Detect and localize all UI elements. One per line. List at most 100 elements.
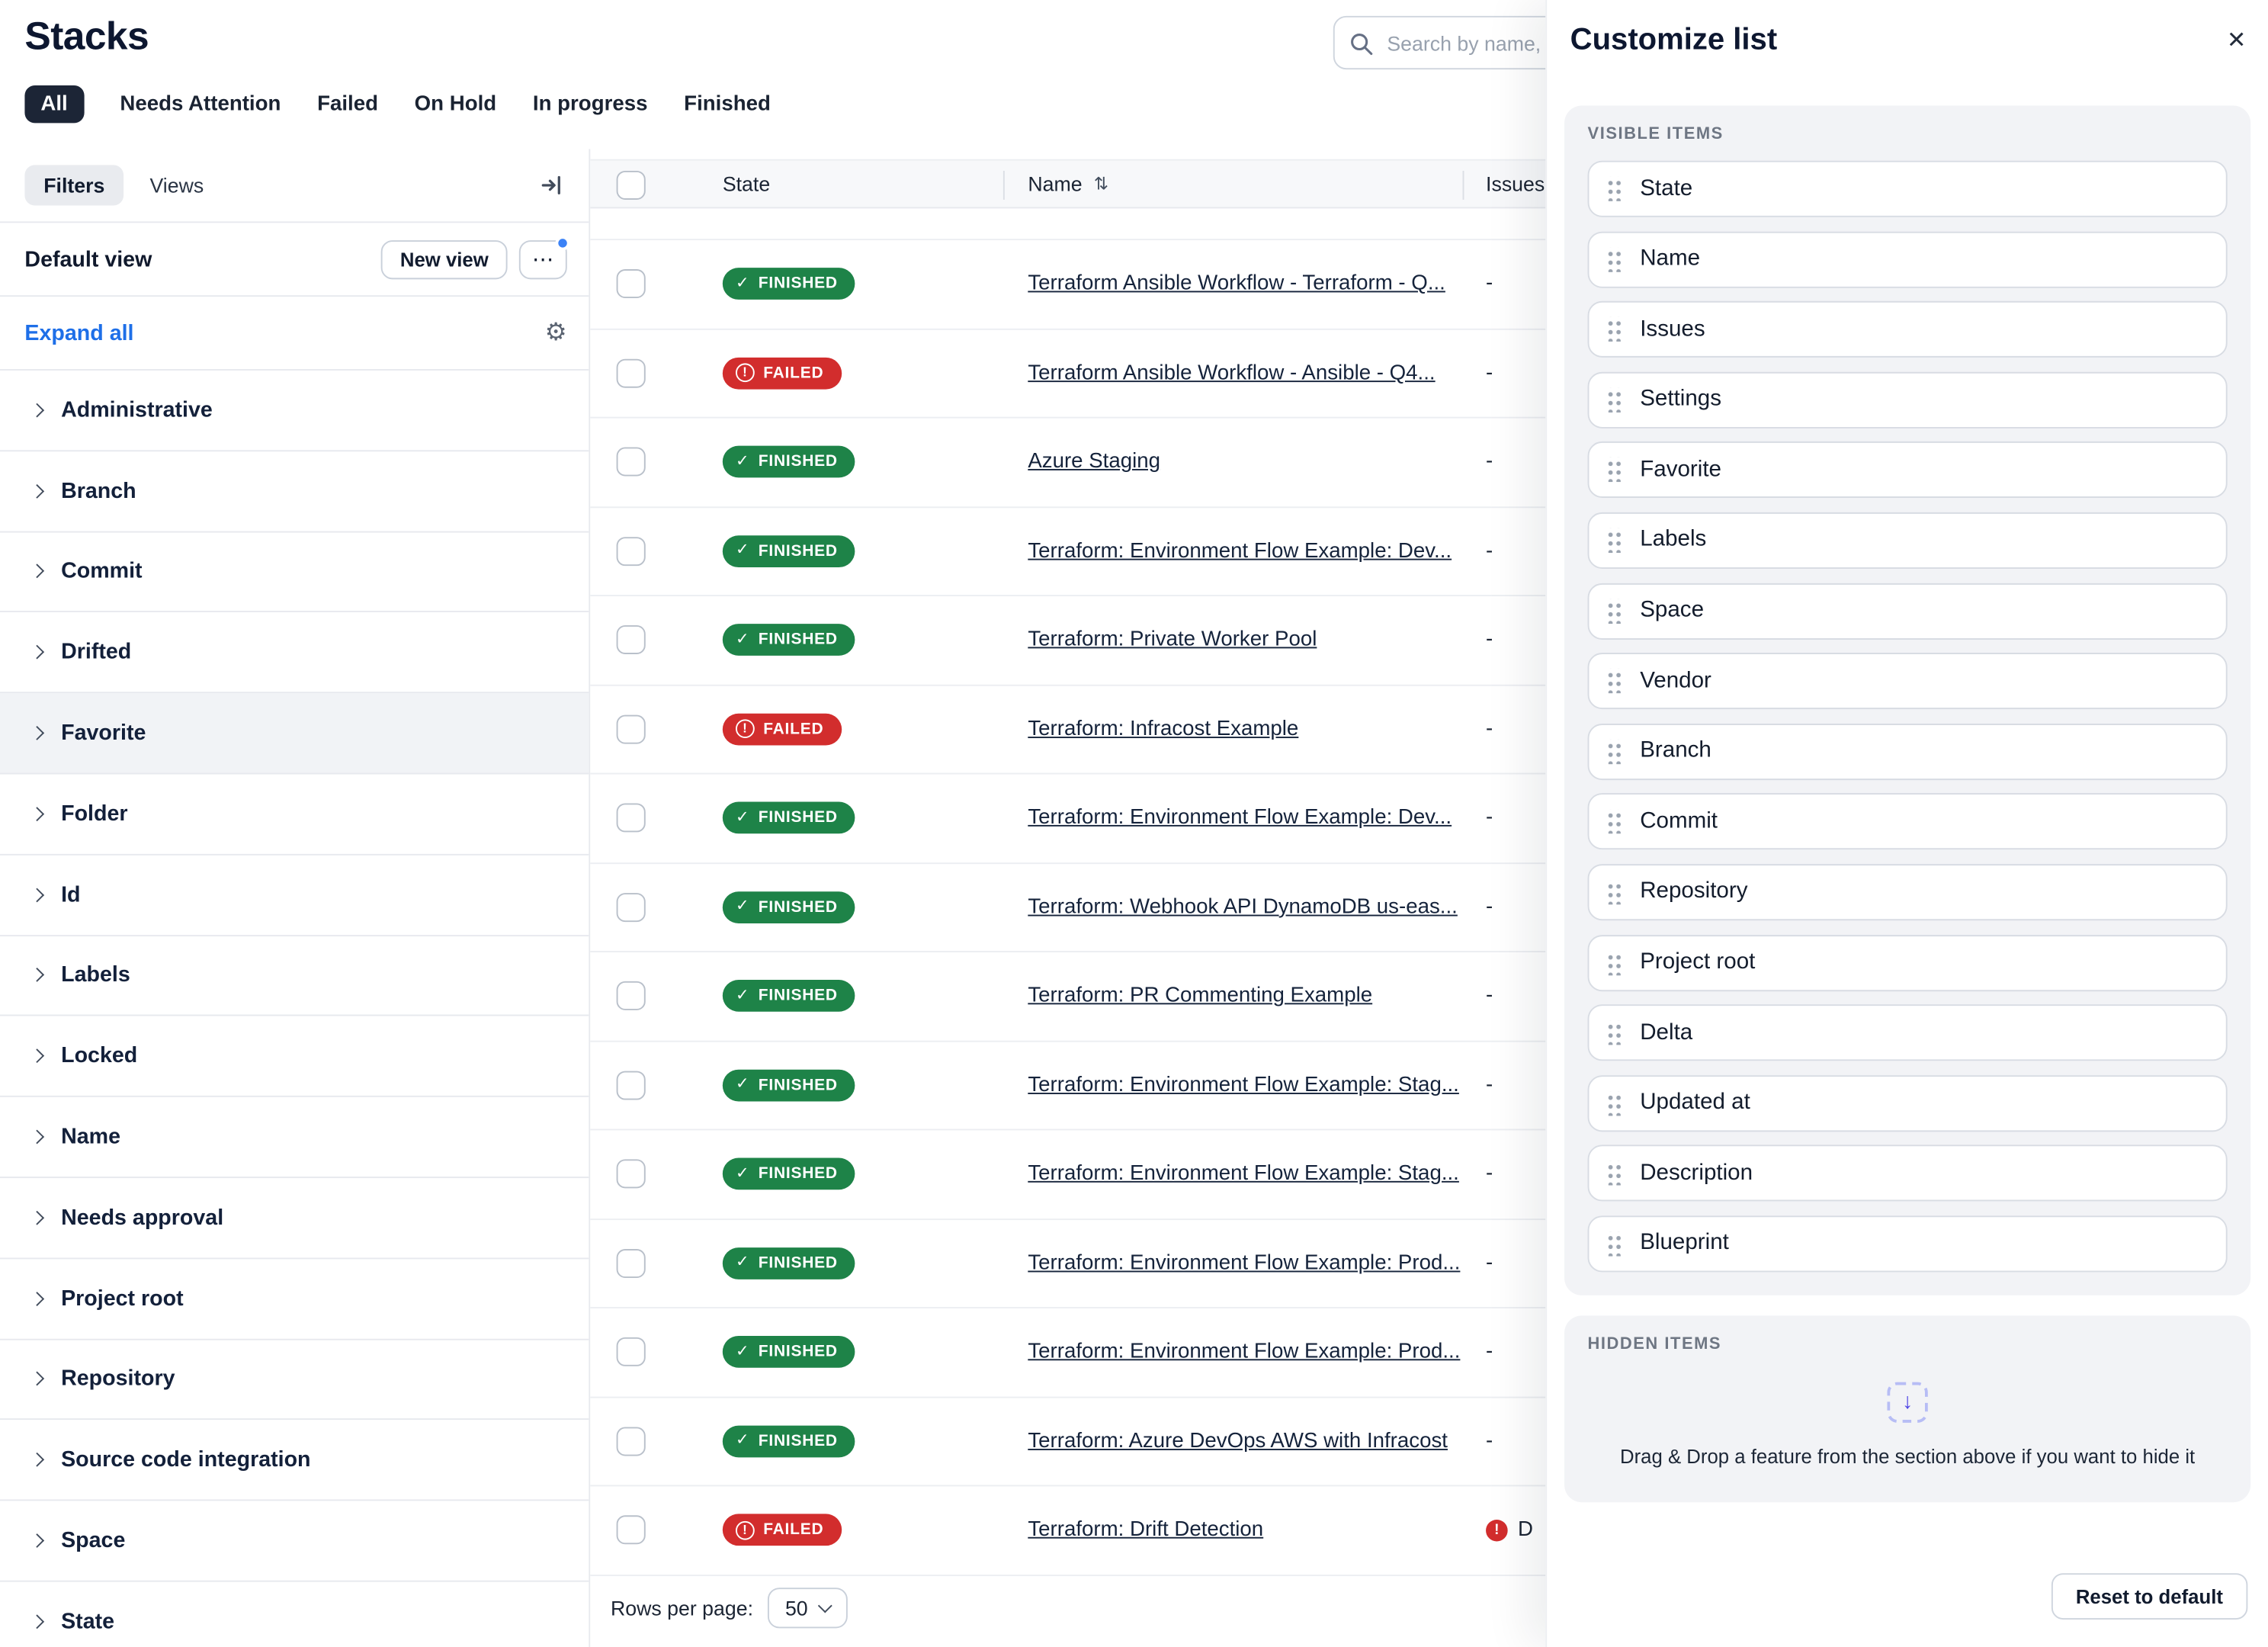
drag-handle-icon[interactable] bbox=[1606, 247, 1622, 271]
filter-group-name[interactable]: Name bbox=[0, 1097, 589, 1178]
filter-group-repository[interactable]: Repository bbox=[0, 1340, 589, 1421]
row-checkbox[interactable] bbox=[617, 1249, 646, 1278]
tab-in-progress[interactable]: In progress bbox=[533, 92, 648, 115]
row-checkbox[interactable] bbox=[617, 804, 646, 833]
filter-group-labels[interactable]: Labels bbox=[0, 936, 589, 1016]
visible-item-name[interactable]: Name bbox=[1588, 231, 2228, 287]
stack-name-link[interactable]: Terraform: Webhook API DynamoDB us-eas..… bbox=[1028, 895, 1458, 918]
visible-item-issues[interactable]: Issues bbox=[1588, 301, 2228, 358]
filter-group-favorite[interactable]: Favorite bbox=[0, 694, 589, 775]
drag-handle-icon[interactable] bbox=[1606, 599, 1622, 623]
drag-handle-icon[interactable] bbox=[1606, 1091, 1622, 1116]
visible-item-labels[interactable]: Labels bbox=[1588, 512, 2228, 569]
views-tab[interactable]: Views bbox=[149, 174, 204, 197]
filter-group-locked[interactable]: Locked bbox=[0, 1016, 589, 1097]
tab-needs-attention[interactable]: Needs Attention bbox=[120, 92, 281, 115]
tab-finished[interactable]: Finished bbox=[684, 92, 771, 115]
visible-item-blueprint[interactable]: Blueprint bbox=[1588, 1215, 2228, 1272]
issue-alert-icon: ! bbox=[1486, 1520, 1508, 1541]
drag-handle-icon[interactable] bbox=[1606, 1020, 1622, 1045]
stack-name-link[interactable]: Terraform: Environment Flow Example: Dev… bbox=[1028, 807, 1452, 830]
row-checkbox[interactable] bbox=[617, 1427, 646, 1456]
stack-name-link[interactable]: Terraform: Drift Detection bbox=[1028, 1519, 1263, 1542]
filter-group-drifted[interactable]: Drifted bbox=[0, 613, 589, 694]
row-checkbox[interactable] bbox=[617, 1516, 646, 1545]
stack-name-link[interactable]: Terraform: Azure DevOps AWS with Infraco… bbox=[1028, 1430, 1448, 1453]
row-checkbox[interactable] bbox=[617, 981, 646, 1010]
row-checkbox[interactable] bbox=[617, 358, 646, 387]
visible-item-project-root[interactable]: Project root bbox=[1588, 934, 2228, 990]
tab-on-hold[interactable]: On Hold bbox=[415, 92, 497, 115]
row-checkbox[interactable] bbox=[617, 1071, 646, 1100]
visible-item-favorite[interactable]: Favorite bbox=[1588, 442, 2228, 499]
drag-handle-icon[interactable] bbox=[1606, 810, 1622, 834]
status-badge-finished: ✓FINISHED bbox=[723, 624, 855, 657]
visible-item-updated-at[interactable]: Updated at bbox=[1588, 1075, 2228, 1132]
row-checkbox[interactable] bbox=[617, 1337, 646, 1366]
stack-name-link[interactable]: Terraform Ansible Workflow - Ansible - Q… bbox=[1028, 361, 1435, 384]
row-checkbox[interactable] bbox=[617, 714, 646, 743]
filter-group-needs-approval[interactable]: Needs approval bbox=[0, 1178, 589, 1259]
new-view-button[interactable]: New view bbox=[381, 239, 508, 278]
row-checkbox[interactable] bbox=[617, 537, 646, 566]
drag-handle-icon[interactable] bbox=[1606, 317, 1622, 342]
expand-all-link[interactable]: Expand all bbox=[24, 320, 133, 345]
stack-name-link[interactable]: Terraform: Environment Flow Example: Sta… bbox=[1028, 1163, 1459, 1186]
rows-per-page-select[interactable]: 50 bbox=[768, 1587, 847, 1627]
stack-name-link[interactable]: Azure Staging bbox=[1028, 451, 1160, 474]
row-checkbox[interactable] bbox=[617, 448, 646, 477]
drag-handle-icon[interactable] bbox=[1606, 669, 1622, 693]
stack-name-link[interactable]: Terraform Ansible Workflow - Terraform -… bbox=[1028, 272, 1445, 295]
drag-handle-icon[interactable] bbox=[1606, 458, 1622, 483]
filter-group-commit[interactable]: Commit bbox=[0, 532, 589, 613]
drop-zone[interactable]: ↓ bbox=[1588, 1382, 2228, 1423]
filter-group-administrative[interactable]: Administrative bbox=[0, 371, 589, 451]
stack-name-link[interactable]: Terraform: Environment Flow Example: Pro… bbox=[1028, 1340, 1460, 1363]
drag-handle-icon[interactable] bbox=[1606, 1161, 1622, 1186]
visible-item-space[interactable]: Space bbox=[1588, 583, 2228, 639]
visible-item-state[interactable]: State bbox=[1588, 161, 2228, 217]
drag-handle-icon[interactable] bbox=[1606, 950, 1622, 974]
collapse-sidebar-icon[interactable] bbox=[538, 171, 567, 200]
drag-handle-icon[interactable] bbox=[1606, 739, 1622, 763]
gear-icon[interactable]: ⚙ bbox=[545, 319, 567, 348]
stack-name-link[interactable]: Terraform: PR Commenting Example bbox=[1028, 984, 1372, 1007]
visible-item-delta[interactable]: Delta bbox=[1588, 1005, 2228, 1061]
visible-item-settings[interactable]: Settings bbox=[1588, 371, 2228, 428]
filters-tab[interactable]: Filters bbox=[24, 165, 124, 205]
stack-name-link[interactable]: Terraform: Environment Flow Example: Pro… bbox=[1028, 1251, 1460, 1274]
drag-handle-icon[interactable] bbox=[1606, 1231, 1622, 1256]
stack-name-link[interactable]: Terraform: Private Worker Pool bbox=[1028, 628, 1317, 651]
row-checkbox[interactable] bbox=[617, 1160, 646, 1189]
drag-handle-icon[interactable] bbox=[1606, 528, 1622, 553]
visible-item-vendor[interactable]: Vendor bbox=[1588, 653, 2228, 709]
view-more-button[interactable]: ⋯ bbox=[519, 239, 567, 278]
visible-item-branch[interactable]: Branch bbox=[1588, 724, 2228, 780]
view-name: Default view bbox=[24, 247, 152, 271]
drag-handle-icon[interactable] bbox=[1606, 880, 1622, 904]
reset-to-default-button[interactable]: Reset to default bbox=[2051, 1573, 2247, 1620]
stack-name-link[interactable]: Terraform: Infracost Example bbox=[1028, 718, 1298, 740]
filter-group-state[interactable]: State bbox=[0, 1582, 589, 1647]
row-checkbox[interactable] bbox=[617, 893, 646, 922]
row-checkbox[interactable] bbox=[617, 625, 646, 654]
filter-group-source-code-integration[interactable]: Source code integration bbox=[0, 1421, 589, 1501]
tab-all[interactable]: All bbox=[24, 85, 83, 123]
filter-group-space[interactable]: Space bbox=[0, 1501, 589, 1582]
filter-group-project-root[interactable]: Project root bbox=[0, 1259, 589, 1340]
select-all-checkbox[interactable] bbox=[617, 171, 646, 200]
stack-name-link[interactable]: Terraform: Environment Flow Example: Dev… bbox=[1028, 540, 1452, 563]
tab-failed[interactable]: Failed bbox=[317, 92, 378, 115]
filter-group-id[interactable]: Id bbox=[0, 855, 589, 936]
visible-item-repository[interactable]: Repository bbox=[1588, 864, 2228, 920]
close-icon[interactable]: ✕ bbox=[2227, 26, 2247, 55]
filter-group-branch[interactable]: Branch bbox=[0, 451, 589, 532]
visible-item-commit[interactable]: Commit bbox=[1588, 794, 2228, 850]
column-header-name[interactable]: Name ⇅ bbox=[1028, 172, 1108, 195]
visible-item-description[interactable]: Description bbox=[1588, 1145, 2228, 1202]
drag-handle-icon[interactable] bbox=[1606, 387, 1622, 412]
row-checkbox[interactable] bbox=[617, 270, 646, 299]
filter-group-folder[interactable]: Folder bbox=[0, 774, 589, 855]
drag-handle-icon[interactable] bbox=[1606, 177, 1622, 201]
stack-name-link[interactable]: Terraform: Environment Flow Example: Sta… bbox=[1028, 1074, 1459, 1096]
